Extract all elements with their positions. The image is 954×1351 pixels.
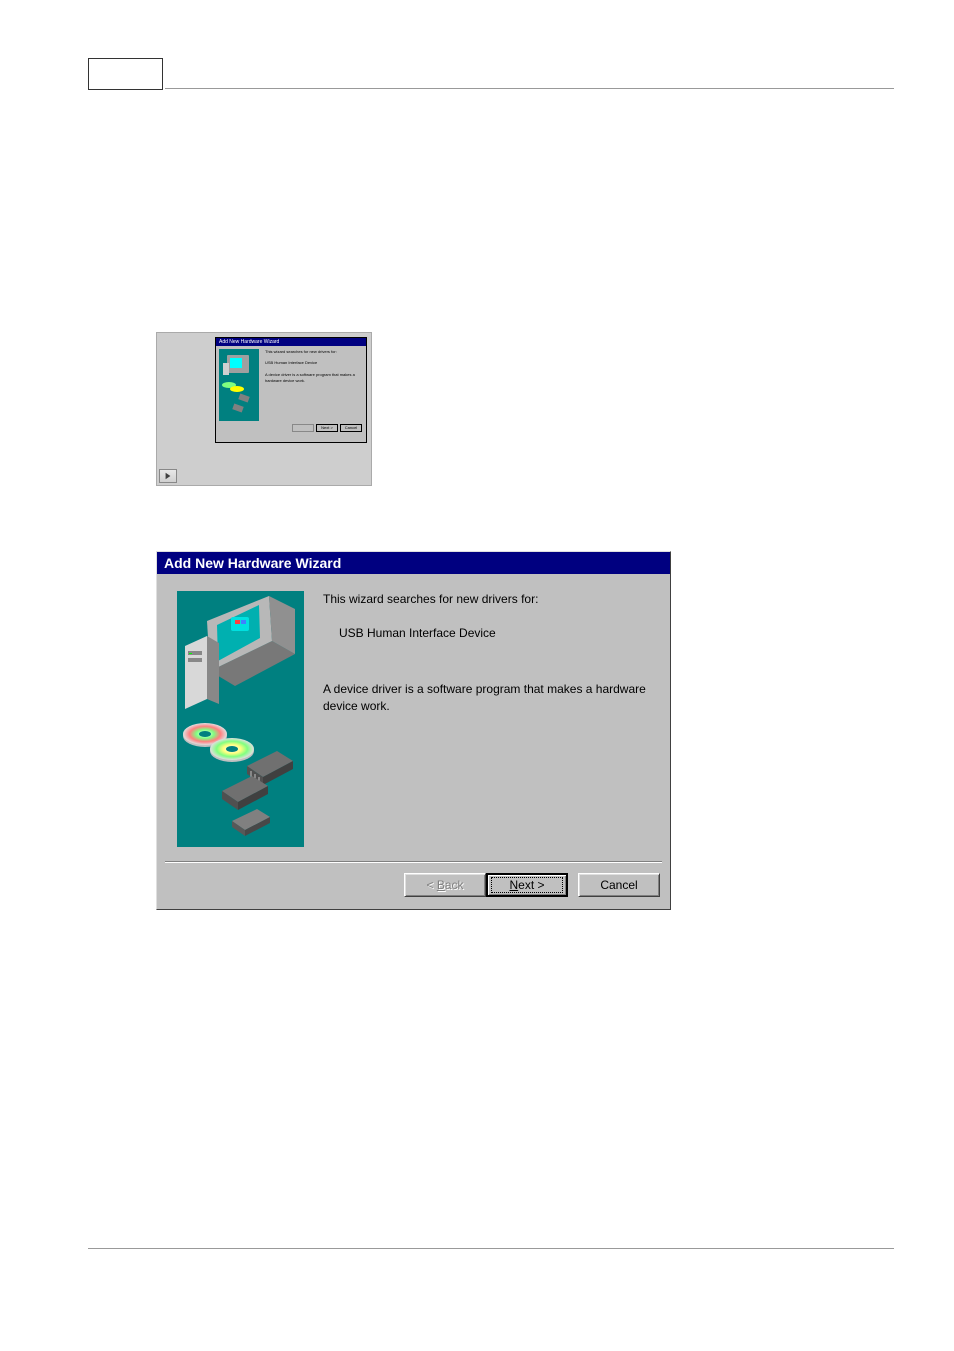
thumbnail-back-button [292,424,314,432]
wizard-titlebar: Add New Hardware Wizard [157,552,670,574]
thumbnail-text: This wizard searches for new drivers for… [262,346,366,424]
wizard-device-name: USB Human Interface Device [339,625,650,641]
wizard-side-graphic [177,591,304,847]
wizard-button-row: < Back Next > Cancel [157,863,670,909]
thumbnail-cancel-button: Cancel [340,424,362,432]
cancel-button[interactable]: Cancel [578,873,660,897]
wizard-intro-text: This wizard searches for new drivers for… [323,591,650,607]
add-new-hardware-wizard-dialog: Add New Hardware Wizard [156,551,671,910]
wizard-title: Add New Hardware Wizard [164,555,341,571]
thumbnail-next-button: Next > [316,424,338,432]
thumbnail-side-graphic [219,349,259,421]
thumbnail-dialog: Add New Hardware Wizard This wizard sear… [215,337,367,443]
wizard-description: A device driver is a software program th… [323,681,650,713]
page-number-box [88,58,163,90]
header-rule [165,88,894,89]
thumbnail-preview: Add New Hardware Wizard This wizard sear… [156,332,372,486]
next-button[interactable]: Next > [486,873,568,897]
back-button: < Back [404,873,486,897]
footer-rule [88,1248,894,1249]
thumbnail-titlebar: Add New Hardware Wizard [216,338,366,346]
wizard-content: This wizard searches for new drivers for… [323,591,650,847]
play-icon[interactable] [159,469,177,483]
